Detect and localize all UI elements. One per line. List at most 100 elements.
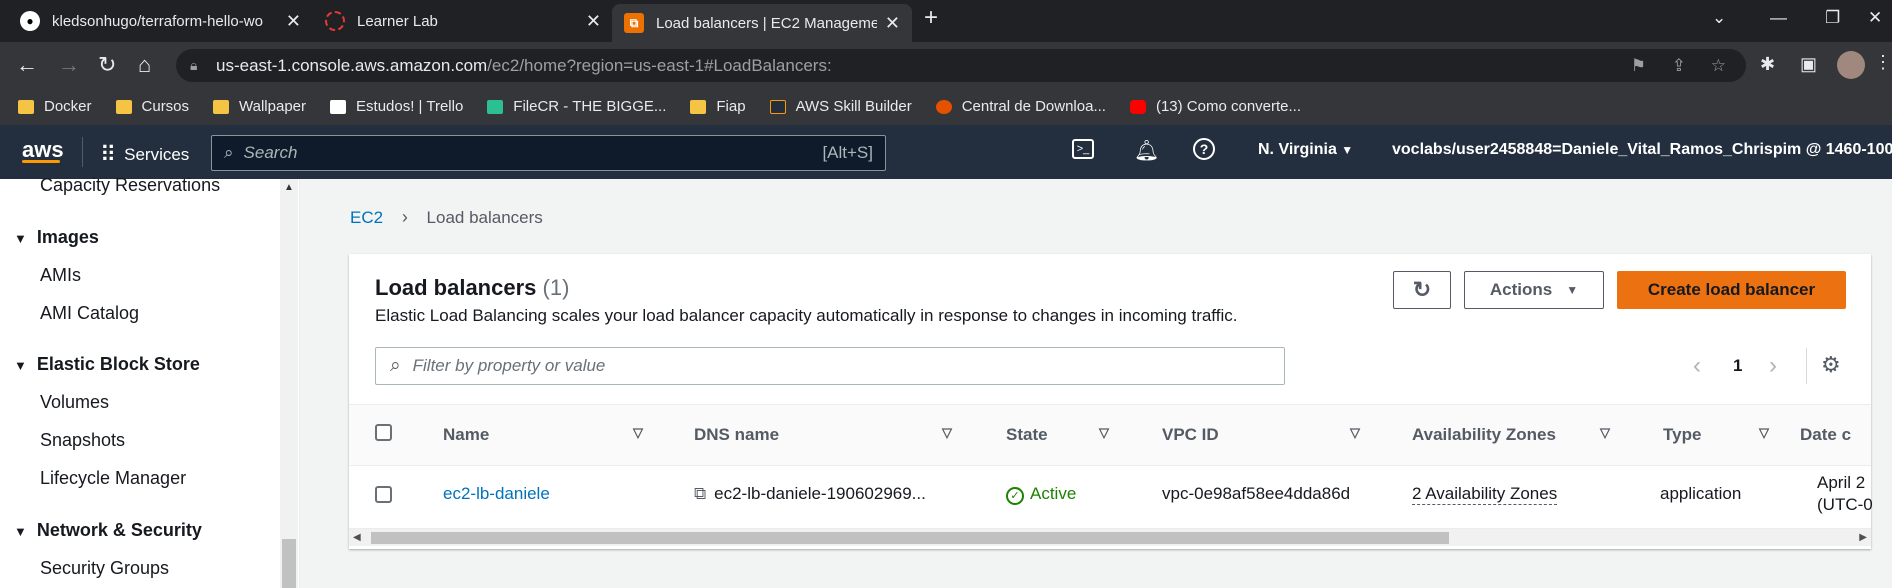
sidebar-section-elastic-block-store[interactable]: ▼ Elastic Block Store bbox=[14, 354, 200, 375]
scroll-up-icon[interactable]: ▲ bbox=[284, 182, 294, 193]
sort-icon: ▽ bbox=[942, 425, 952, 440]
home-icon[interactable]: ⌂ bbox=[138, 52, 151, 78]
column-header-vpc-id[interactable]: VPC ID ▽ bbox=[1162, 425, 1360, 445]
breadcrumb-ec2-link[interactable]: EC2 bbox=[350, 208, 383, 227]
search-input[interactable]: ⌕ Search [Alt+S] bbox=[211, 135, 886, 171]
folder-icon bbox=[213, 99, 230, 114]
column-header-state[interactable]: State ▽ bbox=[1006, 425, 1109, 445]
download-icon bbox=[935, 99, 952, 114]
caret-down-icon: ▼ bbox=[1341, 143, 1354, 157]
window-close-icon[interactable]: ✕ bbox=[1868, 8, 1882, 28]
address-bar[interactable]: 🔒︎ us-east-1.console.aws.amazon.com/ec2/… bbox=[176, 49, 1746, 82]
filter-input[interactable]: ⌕ Filter by property or value bbox=[375, 347, 1285, 385]
page-number[interactable]: 1 bbox=[1733, 356, 1742, 376]
back-icon[interactable]: ← bbox=[16, 52, 38, 78]
new-tab-icon[interactable]: + bbox=[924, 4, 938, 32]
bookmark-docker[interactable]: Docker bbox=[18, 98, 92, 115]
sidebar-item-capacity-reservations[interactable]: Capacity Reservations bbox=[40, 175, 220, 196]
bookmark-aws-skill-builder[interactable]: AWS Skill Builder bbox=[769, 98, 912, 115]
bookmark-star-icon[interactable]: ☆ bbox=[1711, 56, 1726, 76]
panel-description: Elastic Load Balancing scales your load … bbox=[375, 306, 1238, 325]
github-icon: ● bbox=[20, 11, 40, 31]
scroll-right-icon[interactable]: ▶ bbox=[1859, 532, 1867, 543]
sidebar-scrollbar[interactable]: ▲ bbox=[280, 179, 298, 588]
browser-toolbar: ← → ↻ ⌂ 🔒︎ us-east-1.console.aws.amazon.… bbox=[0, 42, 1892, 88]
extensions-icon[interactable]: ✱ bbox=[1760, 54, 1775, 75]
bookmarks-bar: Docker Cursos Wallpaper Estudos! | Trell… bbox=[0, 88, 1892, 125]
bookmark-filecr[interactable]: FileCR - THE BIGGE... bbox=[487, 98, 666, 115]
breadcrumb-current: Load balancers bbox=[426, 208, 543, 227]
sidebar-section-network-security[interactable]: ▼ Network & Security bbox=[14, 520, 202, 541]
minimize-icon[interactable]: — bbox=[1770, 8, 1787, 28]
close-tab-icon[interactable]: ✕ bbox=[885, 13, 900, 34]
menu-icon[interactable]: ⋮ bbox=[1874, 52, 1892, 73]
filecr-icon bbox=[487, 99, 504, 114]
sidebar-item-security-groups[interactable]: Security Groups bbox=[40, 558, 169, 579]
column-header-type[interactable]: Type ▽ bbox=[1663, 425, 1769, 445]
sidebar-item-ami-catalog[interactable]: AMI Catalog bbox=[40, 303, 139, 324]
load-balancer-name-link[interactable]: ec2-lb-daniele bbox=[443, 484, 550, 504]
scroll-left-icon[interactable]: ◀ bbox=[353, 532, 361, 543]
sidebar-section-images[interactable]: ▼ Images bbox=[14, 227, 99, 248]
bell-icon[interactable]: 🔔︎ bbox=[1134, 138, 1159, 163]
translate-icon[interactable]: ⚑ bbox=[1631, 56, 1646, 76]
sidebar-item-snapshots[interactable]: Snapshots bbox=[40, 430, 125, 451]
row-checkbox[interactable] bbox=[375, 486, 392, 503]
services-menu[interactable]: ⠿ Services bbox=[100, 142, 189, 168]
actions-button[interactable]: Actions ▼ bbox=[1464, 271, 1604, 309]
table-horizontal-scrollbar[interactable]: ◀ ▶ bbox=[349, 528, 1871, 546]
region-selector[interactable]: N. Virginia ▼ bbox=[1258, 141, 1353, 159]
scrollbar-thumb[interactable] bbox=[371, 532, 1449, 544]
sidebar-item-amis[interactable]: AMIs bbox=[40, 265, 81, 286]
restore-icon[interactable]: ❐ bbox=[1825, 8, 1840, 28]
account-menu[interactable]: voclabs/user2458848=Daniele_Vital_Ramos_… bbox=[1392, 141, 1892, 159]
sort-icon: ▽ bbox=[1600, 425, 1610, 440]
trello-icon bbox=[330, 99, 347, 114]
column-header-availability-zones[interactable]: Availability Zones ▽ bbox=[1412, 425, 1610, 445]
bookmark-youtube[interactable]: (13) Como converte... bbox=[1129, 98, 1301, 115]
sidebar-item-volumes[interactable]: Volumes bbox=[40, 392, 109, 413]
prev-page-icon[interactable]: ‹ bbox=[1693, 352, 1701, 380]
bookmark-cursos[interactable]: Cursos bbox=[115, 98, 189, 115]
browser-tab-github[interactable]: ● kledsonhugo/terraform-hello-wo ✕ bbox=[8, 0, 313, 42]
create-load-balancer-button[interactable]: Create load balancer bbox=[1617, 271, 1846, 309]
divider bbox=[82, 137, 83, 167]
browser-tab-load-balancers[interactable]: ⧉ Load balancers | EC2 Managemen ✕ bbox=[612, 4, 912, 42]
breadcrumb: EC2 › Load balancers bbox=[350, 207, 543, 228]
help-icon[interactable]: ? bbox=[1193, 138, 1215, 160]
next-page-icon[interactable]: › bbox=[1769, 352, 1777, 380]
availability-zones-link[interactable]: 2 Availability Zones bbox=[1412, 484, 1558, 505]
dns-name-cell: ⧉ ec2-lb-daniele-190602969... bbox=[694, 484, 926, 503]
divider bbox=[1806, 348, 1807, 384]
select-all-checkbox[interactable] bbox=[375, 424, 392, 441]
copy-icon[interactable]: ⧉ bbox=[694, 484, 706, 503]
sort-icon: ▽ bbox=[1099, 425, 1109, 440]
aws-logo[interactable]: aws bbox=[22, 137, 64, 163]
bookmark-central-downloads[interactable]: Central de Downloa... bbox=[935, 98, 1106, 115]
forward-icon[interactable]: → bbox=[58, 52, 80, 78]
side-panel-icon[interactable]: ▣ bbox=[1800, 54, 1817, 75]
cloudshell-icon[interactable]: >_ bbox=[1072, 139, 1094, 159]
sort-icon: ▽ bbox=[1350, 425, 1360, 440]
column-header-dns-name[interactable]: DNS name ▽ bbox=[694, 425, 952, 445]
column-header-date-created[interactable]: Date c bbox=[1800, 425, 1851, 445]
sidebar-item-lifecycle-manager[interactable]: Lifecycle Manager bbox=[40, 468, 186, 489]
tab-search-icon[interactable]: ⌄ bbox=[1712, 8, 1726, 28]
browser-tab-learner-lab[interactable]: Learner Lab ✕ bbox=[313, 0, 613, 42]
bookmark-wallpaper[interactable]: Wallpaper bbox=[213, 98, 306, 115]
avatar[interactable] bbox=[1837, 51, 1865, 79]
bookmark-fiap[interactable]: Fiap bbox=[690, 98, 746, 115]
caret-down-icon: ▼ bbox=[14, 231, 27, 246]
refresh-icon: ↻ bbox=[1412, 277, 1432, 302]
learner-lab-icon bbox=[325, 11, 345, 31]
close-tab-icon[interactable]: ✕ bbox=[286, 11, 301, 32]
column-header-name[interactable]: Name ▽ bbox=[443, 425, 643, 445]
scrollbar-thumb[interactable] bbox=[282, 539, 296, 588]
settings-gear-icon[interactable]: ⚙ bbox=[1821, 352, 1841, 378]
aws-icon bbox=[769, 99, 786, 114]
close-tab-icon[interactable]: ✕ bbox=[586, 11, 601, 32]
refresh-button[interactable]: ↻ bbox=[1393, 271, 1451, 309]
bookmark-trello[interactable]: Estudos! | Trello bbox=[330, 98, 463, 115]
share-icon[interactable]: ⇪ bbox=[1672, 56, 1686, 76]
reload-icon[interactable]: ↻ bbox=[98, 52, 116, 78]
